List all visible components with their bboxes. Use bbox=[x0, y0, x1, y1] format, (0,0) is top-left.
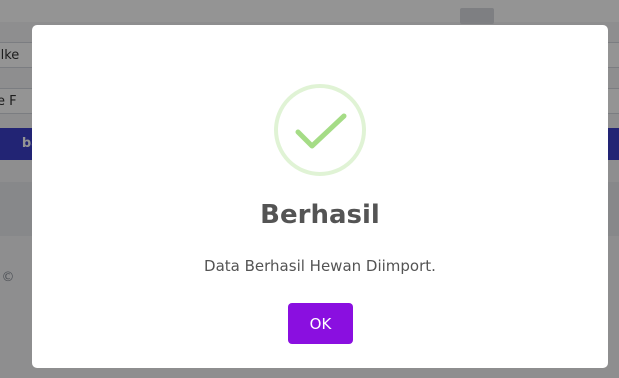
ok-button[interactable]: OK bbox=[288, 303, 353, 344]
dialog-message: Data Berhasil Hewan Diimport. bbox=[204, 257, 436, 275]
dialog-title: Berhasil bbox=[260, 200, 380, 230]
success-dialog: Berhasil Data Berhasil Hewan Diimport. O… bbox=[32, 25, 608, 368]
success-check-icon bbox=[274, 84, 366, 176]
app-page: ilke P e F e ba nt © Berhasil Data Berha… bbox=[0, 0, 619, 378]
